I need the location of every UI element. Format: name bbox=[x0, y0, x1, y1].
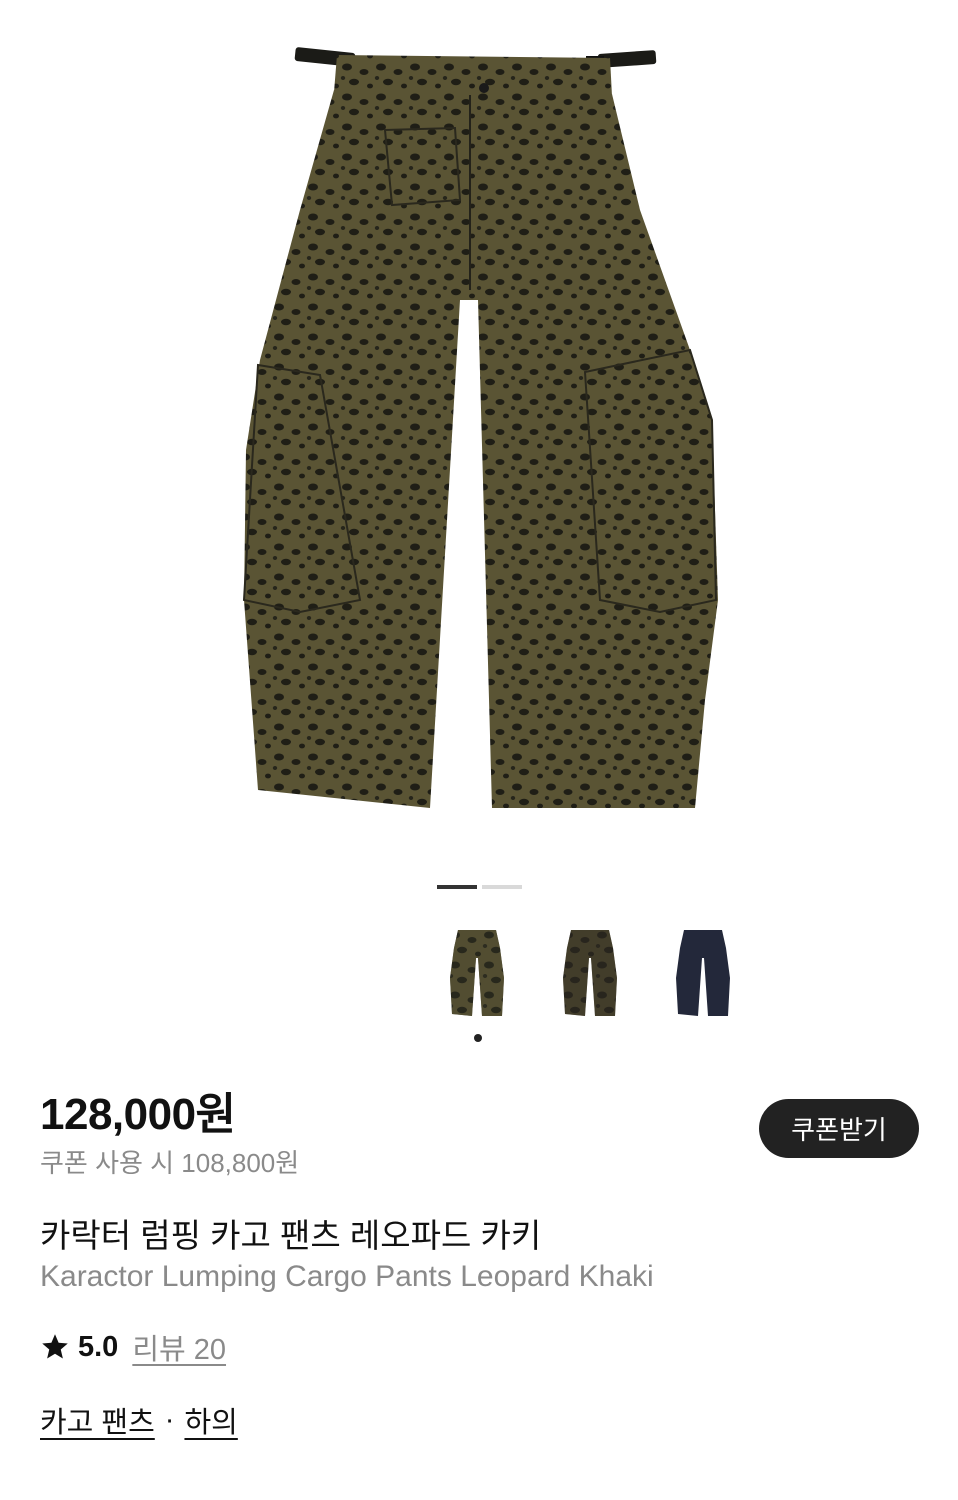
get-coupon-button[interactable]: 쿠폰받기 bbox=[759, 1099, 919, 1158]
product-rating: 5.0 리뷰 20 bbox=[40, 1326, 226, 1368]
pager-indicator[interactable] bbox=[482, 885, 522, 889]
variant-thumbnails bbox=[420, 920, 759, 1042]
leopard-cargo-pants-image bbox=[242, 47, 718, 808]
category-link-bottoms[interactable]: 하의 bbox=[184, 1399, 237, 1441]
variant-thumb-leopard-brown[interactable] bbox=[533, 920, 646, 1030]
variant-thumb-navy[interactable] bbox=[646, 920, 759, 1030]
variant-thumb-leopard-khaki[interactable] bbox=[420, 920, 533, 1042]
selected-variant-dot bbox=[474, 1034, 482, 1042]
category-link-cargo-pants[interactable]: 카고 팬츠 bbox=[40, 1399, 155, 1441]
reviews-link[interactable]: 리뷰 20 bbox=[132, 1326, 226, 1368]
pants-thumbnail-icon bbox=[676, 930, 730, 1016]
pants-thumbnail-icon bbox=[563, 930, 617, 1016]
star-icon bbox=[42, 1334, 68, 1359]
rating-score: 5.0 bbox=[78, 1330, 119, 1363]
breadcrumb-separator: · bbox=[164, 1403, 175, 1436]
product-title-korean: 카락터 럼핑 카고 팬츠 레오파드 카키 bbox=[40, 1217, 542, 1254]
category-breadcrumb: 카고 팬츠 · 하의 bbox=[40, 1399, 238, 1441]
gallery-pager[interactable] bbox=[437, 885, 522, 889]
pants-thumbnail-icon bbox=[450, 930, 504, 1016]
product-title-english: Karactor Lumping Cargo Pants Leopard Kha… bbox=[40, 1260, 654, 1293]
product-image[interactable] bbox=[0, 0, 958, 870]
product-price: 128,000원 bbox=[40, 1090, 236, 1139]
coupon-price: 쿠폰 사용 시 108,800원 bbox=[40, 1148, 300, 1178]
pager-indicator-active[interactable] bbox=[437, 885, 477, 889]
